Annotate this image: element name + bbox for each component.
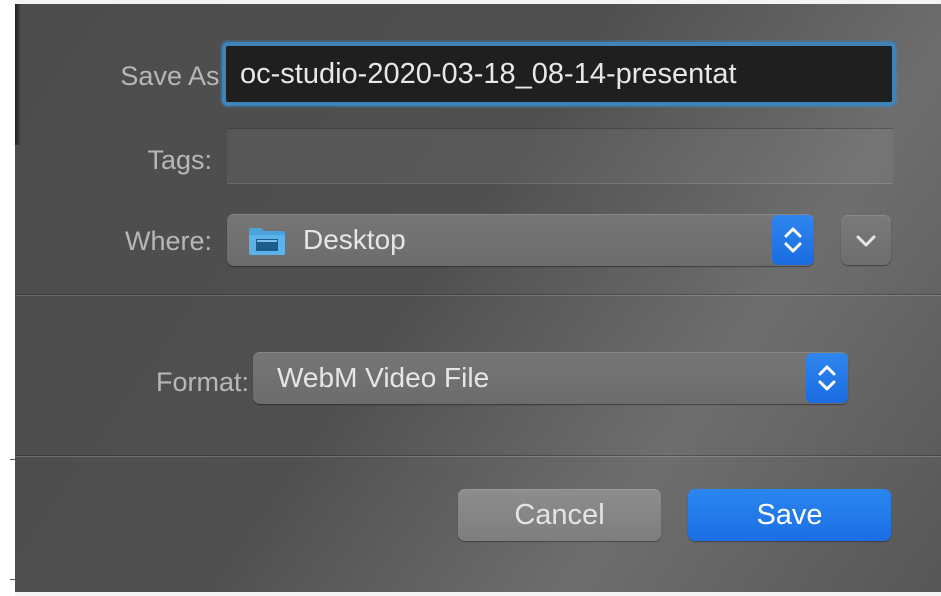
background-top [15, 0, 941, 4]
tags-label: Tags: [147, 145, 212, 175]
expand-button[interactable] [841, 215, 891, 265]
divider [15, 295, 941, 296]
chevron-up-down-icon [772, 227, 814, 269]
save-dialog: Save As: oc-studio-2020-03-18_08-14-pres… [15, 4, 941, 592]
folder-icon [247, 225, 287, 256]
tags-input[interactable] [227, 128, 893, 184]
background-shadow [15, 0, 21, 145]
background-bottom [15, 592, 941, 596]
format-label: Format: [155, 367, 249, 397]
save-as-input[interactable]: oc-studio-2020-03-18_08-14-presentat [222, 42, 896, 106]
background-left [0, 0, 15, 596]
where-label: Where: [124, 226, 212, 256]
divider [15, 456, 941, 457]
save-as-value: oc-studio-2020-03-18_08-14-presentat [240, 58, 737, 90]
cancel-button[interactable]: Cancel [458, 489, 661, 541]
where-stepper[interactable] [772, 215, 814, 265]
format-popup[interactable]: WebM Video File [253, 352, 848, 404]
chevron-up-down-icon [806, 365, 848, 407]
save-button[interactable]: Save [688, 489, 891, 541]
save-as-label: Save As: [120, 61, 227, 91]
where-popup[interactable]: Desktop [227, 214, 814, 266]
chevron-down-icon [841, 235, 891, 269]
format-stepper[interactable] [806, 353, 848, 403]
where-value: Desktop [303, 224, 406, 255]
format-value: WebM Video File [277, 362, 490, 393]
